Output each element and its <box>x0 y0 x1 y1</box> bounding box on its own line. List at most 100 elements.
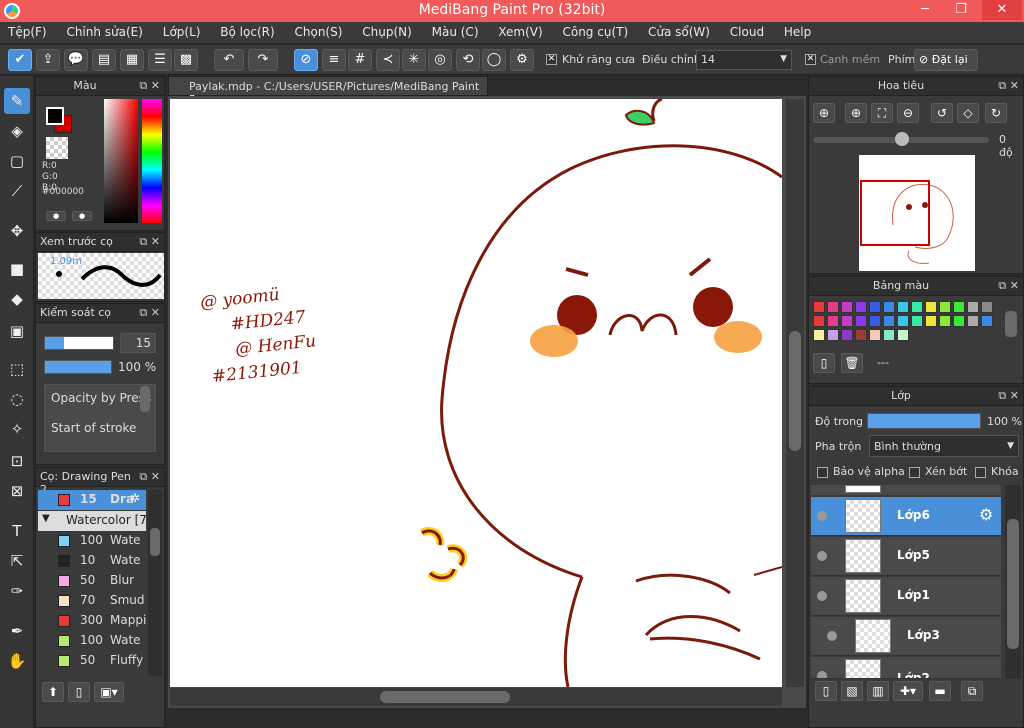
lock-checkbox[interactable] <box>975 467 986 478</box>
document-tab[interactable]: Paylak.mdp - C:/Users/USER/Pictures/Medi… <box>168 76 488 106</box>
concentric-snap-icon[interactable]: ◎ <box>428 49 452 71</box>
panel-controls-icon[interactable]: ⧉ ✕ <box>998 279 1019 293</box>
hand-tool-icon[interactable]: ✋ <box>4 648 30 674</box>
palette-swatch[interactable] <box>911 315 923 327</box>
new-halftone-layer-icon[interactable]: ▧ <box>841 681 863 701</box>
panel-controls-icon[interactable]: ⧉ ✕ <box>139 79 160 93</box>
redo-icon[interactable]: ↷ <box>248 49 278 71</box>
menu-edit[interactable]: Chỉnh sửa(E) <box>58 22 151 39</box>
bucket-tool-icon[interactable]: ◆ <box>4 286 30 312</box>
reset-button[interactable]: ⊘ Đặt lại <box>914 49 978 71</box>
palette-swatch[interactable] <box>939 315 951 327</box>
palette-swatch[interactable] <box>827 315 839 327</box>
saturation-picker[interactable] <box>104 99 138 223</box>
eyedropper-tool-icon[interactable]: ✒ <box>4 618 30 644</box>
panel-controls-icon[interactable]: ⧉ ✕ <box>139 306 160 320</box>
menu-file[interactable]: Tệp(F) <box>0 22 55 39</box>
operation-tool-icon[interactable]: ⇱ <box>4 548 30 574</box>
list-item[interactable]: 50 Blur <box>38 571 146 591</box>
maximize-button[interactable]: ❐ <box>946 0 976 20</box>
gear-icon[interactable]: ⚙ <box>510 49 534 71</box>
menu-tools[interactable]: Công cụ(T) <box>554 22 636 39</box>
palette-swatch[interactable] <box>813 329 825 341</box>
snap-off-icon[interactable]: ⊘ <box>294 49 318 71</box>
layer-row[interactable]: Lớp2 <box>811 657 1001 679</box>
palette-swatch[interactable] <box>813 315 825 327</box>
list-item[interactable]: 50 Fluffy <box>38 651 146 671</box>
panel-controls-icon[interactable]: ⧉ ✕ <box>139 470 160 484</box>
palette-swatch[interactable] <box>925 301 937 313</box>
dot-tool-icon[interactable]: ⟋ <box>4 178 30 204</box>
list-item[interactable]: 10 Wate <box>38 551 146 571</box>
brush-size-input[interactable]: 15 <box>120 333 156 353</box>
panel-controls-icon[interactable]: ⧉ ✕ <box>998 79 1019 93</box>
layer-row[interactable]: Lớp3 <box>811 617 1001 656</box>
palette-swatch[interactable] <box>841 315 853 327</box>
zoom-plus-icon[interactable]: ⊕ <box>845 103 867 123</box>
palette-swatch[interactable] <box>925 315 937 327</box>
menu-cloud[interactable]: Cloud <box>722 22 772 39</box>
grid-snap-icon[interactable]: # <box>348 49 372 71</box>
upload-brush-icon[interactable]: ⬆ <box>42 682 64 702</box>
menu-help[interactable]: Help <box>776 22 819 39</box>
menu-layer[interactable]: Lớp(L) <box>155 22 209 39</box>
palette-swatch[interactable] <box>981 315 993 327</box>
palette-swatch[interactable] <box>883 315 895 327</box>
fill-rect-tool-icon[interactable]: ■ <box>4 256 30 282</box>
reset-view-icon[interactable]: ◇ <box>957 103 979 123</box>
list-item[interactable]: 100 Wate <box>38 531 146 551</box>
canvas-vertical-scrollbar[interactable] <box>786 99 804 687</box>
palette-swatch[interactable] <box>939 301 951 313</box>
divide-tool-icon[interactable]: ✑ <box>4 578 30 604</box>
gear-icon[interactable]: ✲ <box>130 491 140 505</box>
antialias-checkbox[interactable]: ✕ <box>546 54 557 65</box>
palette-swatch[interactable] <box>869 329 881 341</box>
brush-group-watercolor[interactable]: ▼ Watercolor [7 <box>38 511 147 531</box>
brush-option-scrollbar[interactable] <box>140 386 150 412</box>
drawing-canvas[interactable]: @ yoomü #HD247 @ HenFu #2131901 <box>170 99 782 687</box>
rotate-right-icon[interactable]: ↻ <box>985 103 1007 123</box>
gradient-tool-icon[interactable]: ▣ <box>4 318 30 344</box>
palette-swatch[interactable] <box>855 329 867 341</box>
palette-swatch[interactable] <box>855 315 867 327</box>
eye-icon[interactable] <box>817 551 827 561</box>
list-icon[interactable]: ☰ <box>148 49 172 71</box>
gear-icon[interactable]: ⚙ <box>979 505 993 524</box>
menu-select[interactable]: Chọn(S) <box>287 22 351 39</box>
palette-swatch[interactable] <box>855 301 867 313</box>
eye-icon[interactable] <box>817 671 827 678</box>
eraser-tool-icon[interactable]: ◈ <box>4 118 30 144</box>
color-option-button[interactable]: ● <box>72 211 92 221</box>
eye-icon[interactable] <box>817 591 827 601</box>
layer-row[interactable]: Lớp5 <box>811 537 1001 576</box>
foreground-color-swatch[interactable] <box>46 107 64 125</box>
collapse-icon[interactable]: ▼ <box>42 513 50 524</box>
document-icon[interactable]: ▦ <box>120 49 144 71</box>
palette-swatch[interactable] <box>911 301 923 313</box>
perspective-snap-icon[interactable]: ≺ <box>376 49 400 71</box>
folder-icon[interactable]: ▬ <box>929 681 951 701</box>
lasso-tool-icon[interactable]: ◌ <box>4 386 30 412</box>
brush-tool-icon[interactable]: ✎ <box>4 88 30 114</box>
new-1bit-layer-icon[interactable]: ▥ <box>867 681 889 701</box>
clipping-checkbox[interactable] <box>909 467 920 478</box>
magic-wand-tool-icon[interactable]: ✧ <box>4 416 30 442</box>
menu-view[interactable]: Xem(V) <box>490 22 550 39</box>
circle-snap-icon[interactable]: ◯ <box>482 49 506 71</box>
check-icon[interactable]: ✔ <box>8 49 32 71</box>
list-item[interactable]: 300 Mappi <box>38 611 146 631</box>
menu-color[interactable]: Màu (C) <box>424 22 487 39</box>
layer-row[interactable]: Lớp1 <box>811 577 1001 616</box>
palette-swatch[interactable] <box>883 301 895 313</box>
navigator-preview[interactable] <box>859 155 975 271</box>
eye-icon[interactable] <box>827 631 837 641</box>
select-tool-icon[interactable]: ⬚ <box>4 356 30 382</box>
brush-size-slider[interactable] <box>44 336 114 350</box>
move-tool-icon[interactable]: ✥ <box>4 218 30 244</box>
list-item[interactable]: 100 Wate <box>38 631 146 651</box>
palette-swatch[interactable] <box>967 315 979 327</box>
undo-icon[interactable]: ↶ <box>214 49 244 71</box>
transparent-swatch[interactable] <box>46 137 68 159</box>
rectangle-tool-icon[interactable]: ▢ <box>4 148 30 174</box>
rotation-slider[interactable] <box>813 132 989 146</box>
